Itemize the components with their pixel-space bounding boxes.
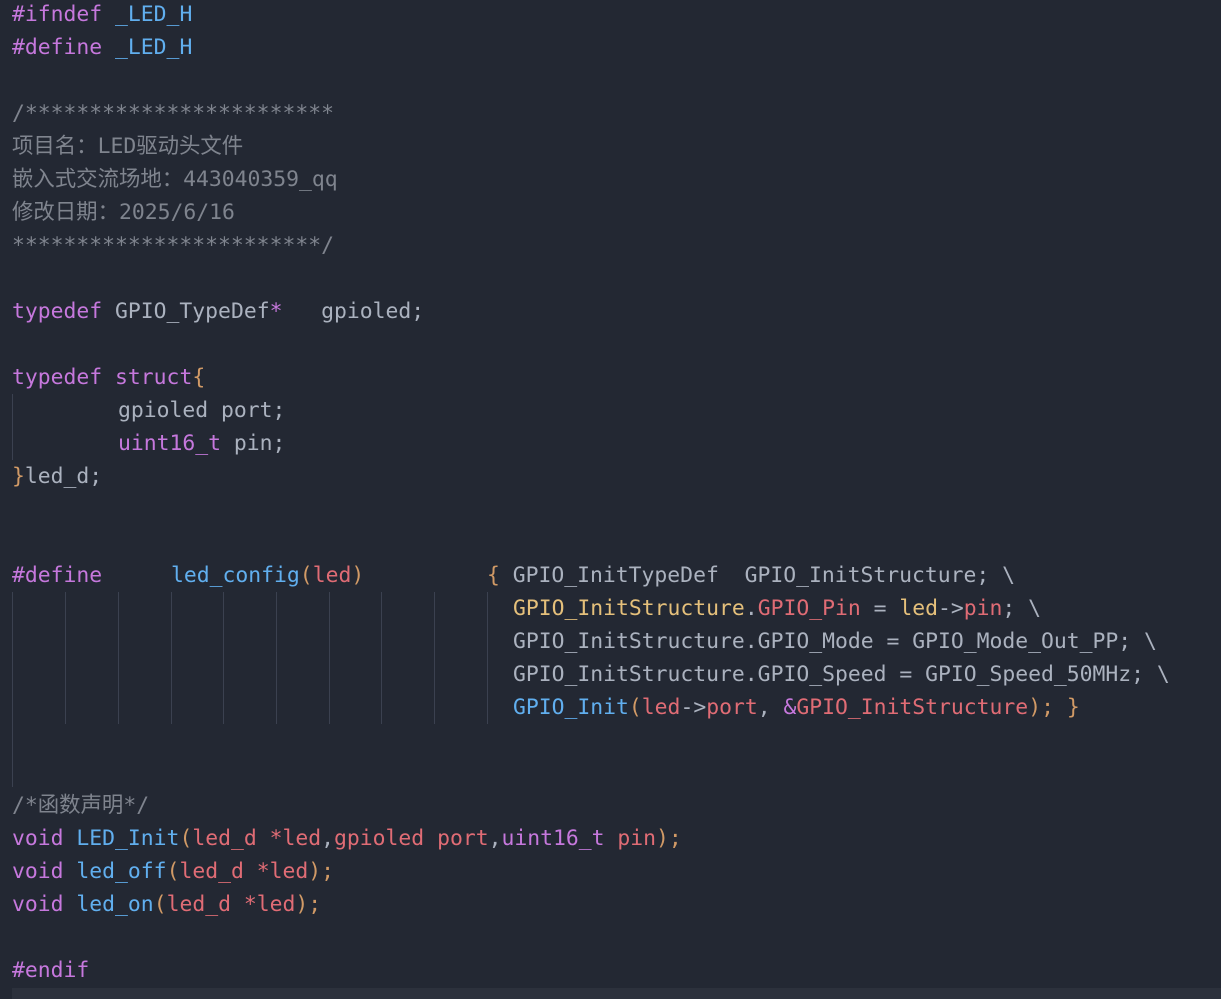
code-line-macro-body-3: GPIO_InitStructure.GPIO_Mode = GPIO_Mode… — [513, 629, 1157, 654]
indent-guide — [487, 592, 488, 724]
indent-guide — [65, 592, 66, 724]
indent-guide — [329, 592, 330, 724]
code-line-define-guard: #define _LED_H — [12, 35, 193, 60]
code-line-decl-led-off: void led_off(led_d *led); — [12, 859, 335, 884]
code-line-macro-body-5: GPIO_Init(led->port, &GPIO_InitStructure… — [513, 695, 1080, 720]
code-line-struct-pin: uint16_t pin; — [118, 431, 286, 456]
code-line-macro-body-2: GPIO_InitStructure.GPIO_Pin = led->pin; … — [513, 596, 1042, 621]
indent-guide — [12, 592, 13, 787]
indent-guide — [12, 394, 13, 460]
code-line-struct-port: gpioled port; — [118, 398, 286, 423]
code-line-macro-body-4: GPIO_InitStructure.GPIO_Speed = GPIO_Spe… — [513, 662, 1170, 687]
comment-function-declarations: /*函数声明*/ — [12, 793, 150, 818]
indent-guide — [171, 592, 172, 724]
code-line-macro-define: #define — [12, 563, 103, 588]
comment-header-close: ************************/ — [12, 233, 334, 258]
current-line-highlight — [12, 988, 1221, 999]
indent-guide — [118, 592, 119, 724]
indent-guide — [276, 592, 277, 724]
comment-modified-date: 修改日期：2025/6/16 — [12, 200, 235, 225]
code-line-typedef-ptr: typedef GPIO_TypeDef* gpioled; — [12, 299, 425, 324]
indent-guide — [381, 592, 382, 724]
code-line-struct-open: typedef struct{ — [12, 365, 206, 390]
comment-project-name: 项目名：LED驱动头文件 — [12, 134, 244, 159]
indent-guide — [223, 592, 224, 724]
code-line-macro-body-1: { GPIO_InitTypeDef GPIO_InitStructure; \ — [487, 563, 1016, 588]
code-line-endif: #endif — [12, 958, 90, 983]
comment-header-open: /************************ — [12, 101, 334, 126]
indent-guide — [434, 592, 435, 724]
code-line-ifndef: #ifndef _LED_H — [12, 2, 193, 27]
comment-community: 嵌入式交流场地：443040359_qq — [12, 167, 338, 192]
code-line-macro-name: led_config(led) — [171, 563, 365, 588]
code-line-struct-close: }led_d; — [12, 464, 103, 489]
code-line-decl-led-init: void LED_Init(led_d *led,gpioled port,ui… — [12, 826, 682, 851]
code-editor[interactable]: #ifndef _LED_H #define _LED_H /*********… — [0, 0, 1221, 999]
code-line-decl-led-on: void led_on(led_d *led); — [12, 892, 322, 917]
